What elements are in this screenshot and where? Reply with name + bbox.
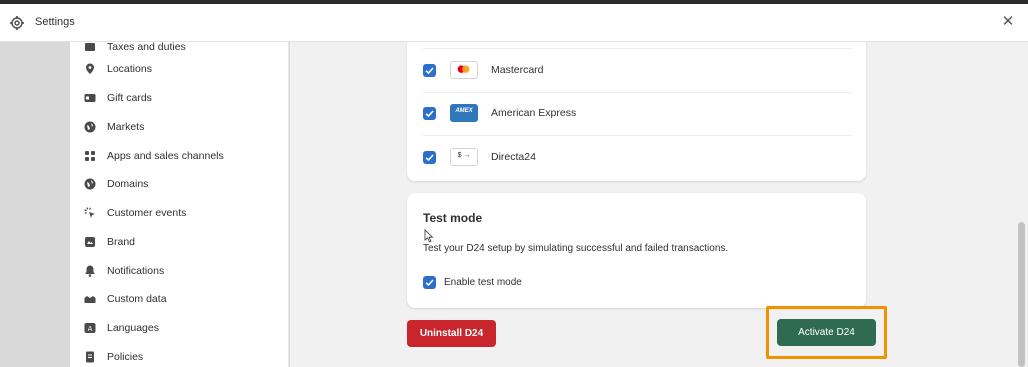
directa24-logo: $ → bbox=[450, 148, 478, 166]
sidebar-item-label: Apps and sales channels bbox=[107, 150, 224, 162]
svg-text:A: A bbox=[88, 325, 93, 333]
sidebar-item-label: Domains bbox=[107, 178, 149, 190]
amex-logo: AMEX bbox=[450, 104, 478, 122]
sidebar-item-languages[interactable]: A Languages bbox=[70, 315, 288, 341]
sidebar-item-policies[interactable]: Policies bbox=[70, 344, 288, 367]
sidebar-item-locations[interactable]: Locations bbox=[70, 56, 288, 82]
close-icon[interactable]: ✕ bbox=[1001, 14, 1015, 29]
payment-method-label: Directa24 bbox=[491, 151, 536, 163]
payment-method-row-american-express: AMEX American Express bbox=[407, 92, 866, 135]
sidebar-item-custom-data[interactable]: Custom data bbox=[70, 286, 288, 312]
mouse-cursor-icon bbox=[424, 229, 434, 243]
main-content: Mastercard AMEX American Express $ → Dir… bbox=[290, 42, 1016, 367]
globe-icon bbox=[84, 178, 96, 190]
apps-icon bbox=[85, 151, 95, 161]
test-mode-card: Test mode Test your D24 setup by simulat… bbox=[407, 193, 866, 308]
sidebar-item-label: Brand bbox=[107, 236, 136, 248]
enable-test-mode-label: Enable test mode bbox=[444, 277, 522, 288]
sidebar-item-label: Markets bbox=[107, 121, 145, 133]
checkmark-icon bbox=[425, 67, 434, 75]
checkmark-icon bbox=[425, 279, 434, 287]
bell-icon bbox=[85, 265, 95, 277]
sidebar-item-label: Notifications bbox=[107, 265, 165, 277]
sidebar-item-markets[interactable]: Markets bbox=[70, 114, 288, 140]
activate-highlight-box: Activate D24 bbox=[766, 306, 887, 359]
settings-title-bar: Settings ✕ bbox=[0, 4, 1028, 42]
mastercard-logo bbox=[450, 61, 478, 79]
sidebar-item-label: Languages bbox=[107, 322, 159, 334]
location-pin-icon bbox=[86, 63, 94, 74]
settings-sidebar: Taxes and duties Locations Gift cards Ma… bbox=[70, 42, 289, 367]
page-title: Settings bbox=[35, 16, 75, 28]
document-icon bbox=[86, 351, 94, 363]
checkmark-icon bbox=[425, 154, 434, 162]
enable-test-mode-checkbox[interactable] bbox=[423, 276, 436, 289]
sidebar-item-gift-cards[interactable]: Gift cards bbox=[70, 85, 288, 111]
test-mode-title: Test mode bbox=[423, 211, 483, 225]
sidebar-item-label: Taxes and duties bbox=[107, 42, 186, 53]
activate-button[interactable]: Activate D24 bbox=[777, 319, 876, 346]
scrollbar[interactable] bbox=[1016, 42, 1028, 367]
uninstall-button[interactable]: Uninstall D24 bbox=[407, 320, 496, 347]
database-icon bbox=[84, 296, 96, 303]
gift-card-icon bbox=[84, 94, 96, 102]
sidebar-item-label: Locations bbox=[107, 63, 152, 75]
checkmark-icon bbox=[425, 110, 434, 118]
sidebar-item-domains[interactable]: Domains bbox=[70, 171, 288, 197]
language-icon: A bbox=[84, 323, 96, 333]
globe-icon bbox=[84, 121, 96, 133]
mastercard-checkbox[interactable] bbox=[423, 64, 436, 77]
test-mode-description: Test your D24 setup by simulating succes… bbox=[423, 243, 729, 254]
directa24-checkbox[interactable] bbox=[423, 151, 436, 164]
sidebar-item-apps-and-sales-channels[interactable]: Apps and sales channels bbox=[70, 143, 288, 169]
gear-icon bbox=[10, 16, 24, 30]
brand-icon bbox=[85, 237, 95, 247]
sidebar-item-label: Gift cards bbox=[107, 92, 152, 104]
sidebar-item-notifications[interactable]: Notifications bbox=[70, 258, 288, 284]
payment-methods-card: Mastercard AMEX American Express $ → Dir… bbox=[407, 42, 866, 181]
sidebar-item-label: Custom data bbox=[107, 293, 167, 305]
sidebar-item-brand[interactable]: Brand bbox=[70, 229, 288, 255]
payment-method-label: American Express bbox=[491, 107, 577, 119]
payment-method-row-directa24: $ → Directa24 bbox=[407, 135, 866, 178]
payment-method-label: Mastercard bbox=[491, 64, 544, 76]
taxes-icon bbox=[85, 43, 95, 51]
sidebar-item-customer-events[interactable]: Customer events bbox=[70, 200, 288, 226]
american-express-checkbox[interactable] bbox=[423, 107, 436, 120]
sidebar-item-label: Customer events bbox=[107, 207, 187, 219]
scrollbar-thumb[interactable] bbox=[1018, 222, 1025, 367]
sidebar-item-label: Policies bbox=[107, 351, 144, 363]
cursor-click-icon bbox=[84, 207, 95, 218]
payment-method-row-mastercard: Mastercard bbox=[407, 49, 866, 92]
